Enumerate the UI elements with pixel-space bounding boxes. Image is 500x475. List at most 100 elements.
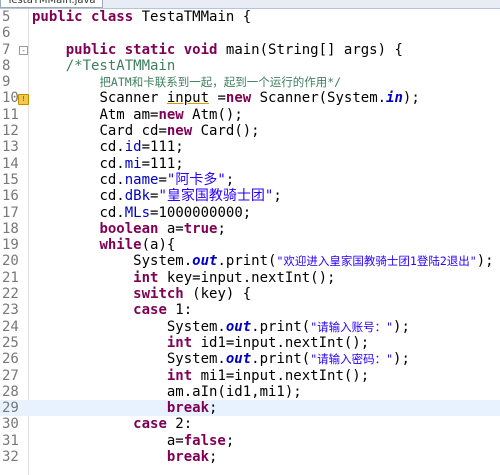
- code-token: TestaTMMain {: [133, 9, 252, 25]
- code-line[interactable]: 18 boolean a=true;: [0, 221, 500, 237]
- code-line[interactable]: 24 System.out.print("请输入账号：");: [0, 319, 500, 335]
- code-line[interactable]: 30 case 2:: [0, 416, 500, 432]
- fold-toggle-icon[interactable]: -: [19, 45, 28, 55]
- code-line[interactable]: 26 System.out.print("请输入密码：");: [0, 351, 500, 367]
- code-token: Atm();: [183, 106, 243, 123]
- code-line[interactable]: 13 cd.id=111;: [0, 139, 500, 155]
- code-token: (key) {: [183, 286, 252, 303]
- code-token: public: [32, 9, 83, 25]
- code-token: boolean: [99, 220, 159, 237]
- code-editor[interactable]: 5 public class TestaTMMain {6 7- public st…: [0, 9, 500, 475]
- line-number: 31: [2, 432, 19, 449]
- code-line[interactable]: 7- public static void main(String[] args…: [0, 42, 500, 58]
- code-token: int: [166, 334, 193, 351]
- code-token: );: [393, 351, 410, 368]
- code-token: a=: [158, 220, 184, 237]
- code-token: new: [225, 90, 252, 107]
- code-line[interactable]: 15 cd.name="阿卡多";: [0, 172, 500, 188]
- code-token: (a){: [141, 237, 176, 254]
- code-line[interactable]: 22 switch (key) {: [0, 286, 500, 302]
- code-line[interactable]: 29 break;: [0, 400, 500, 417]
- line-number: 14: [2, 155, 19, 172]
- code-line[interactable]: 11 Atm am=new Atm();: [0, 107, 500, 123]
- code-token: /*TestATMMain: [65, 57, 176, 74]
- code-line[interactable]: 31 a=false;: [0, 433, 500, 449]
- code-line[interactable]: 12 Card cd=new Card();: [0, 123, 500, 139]
- code-text: Card cd=new Card();: [32, 123, 259, 140]
- code-token: void: [183, 41, 218, 58]
- code-line[interactable]: 14 cd.mi=111;: [0, 156, 500, 172]
- line-number: 15: [2, 171, 19, 188]
- code-line[interactable]: 21 int key=input.nextInt();: [0, 270, 500, 286]
- code-line[interactable]: 25 int id1=input.nextInt();: [0, 335, 500, 351]
- code-line[interactable]: 16 cd.dBk="皇家国教骑士团";: [0, 188, 500, 204]
- code-line[interactable]: 28 am.aIn(id1,mi1);: [0, 384, 500, 400]
- code-line[interactable]: 17 cd.MLs=1000000000;: [0, 205, 500, 221]
- code-text: cd.mi=111;: [32, 155, 184, 172]
- code-line[interactable]: 27 int mi1=input.nextInt();: [0, 368, 500, 384]
- code-token: ;: [209, 449, 218, 466]
- code-token: cd.: [99, 171, 125, 188]
- code-token: int: [166, 367, 193, 384]
- code-token: ;: [273, 188, 282, 205]
- code-line[interactable]: 8 /*TestATMMain: [0, 58, 500, 74]
- code-token: out: [225, 351, 252, 368]
- code-line[interactable]: 32 break;: [0, 449, 500, 465]
- line-number: 25: [2, 334, 19, 351]
- code-token: false: [183, 432, 226, 449]
- code-text: int key=input.nextInt();: [32, 270, 335, 286]
- code-text: System.out.print("请输入密码：");: [32, 351, 410, 367]
- code-token: cd.: [99, 188, 125, 205]
- code-token: );: [476, 253, 494, 270]
- code-token: while: [99, 237, 142, 254]
- code-token: mi1=input.nextInt();: [192, 367, 370, 384]
- code-token: case: [133, 302, 167, 319]
- code-text: break;: [32, 400, 218, 416]
- code-token: new: [166, 123, 193, 140]
- line-number: 28: [2, 383, 19, 400]
- code-line[interactable]: 5 public class TestaTMMain {: [0, 9, 500, 25]
- tab-testatmmain[interactable]: TestaTMMain.java: [0, 0, 103, 8]
- code-lines: 5 public class TestaTMMain {6 7- public st…: [0, 9, 500, 465]
- line-number: 12: [2, 123, 19, 140]
- line-number: 22: [2, 286, 19, 303]
- line-number: 29: [2, 400, 19, 417]
- code-token: =111;: [141, 155, 184, 172]
- code-token: "皇家国教骑士团": [158, 188, 274, 205]
- code-token: .print(: [251, 318, 311, 335]
- line-number: 20: [2, 253, 19, 270]
- code-token: );: [393, 318, 410, 335]
- code-line[interactable]: 19 while(a){: [0, 237, 500, 253]
- code-text: Scanner input =new Scanner(System.in);: [32, 90, 419, 107]
- code-line[interactable]: 23 case 1:: [0, 302, 500, 318]
- code-text: cd.id=111;: [32, 139, 183, 156]
- code-token: cd.: [99, 139, 125, 156]
- code-text: cd.dBk="皇家国教骑士团";: [32, 188, 282, 205]
- code-line[interactable]: 6: [0, 25, 500, 41]
- code-token: main(String[] args) {: [217, 41, 403, 58]
- code-text: while(a){: [32, 237, 175, 253]
- code-token: "请输入账号：": [310, 319, 394, 334]
- code-token: input: [166, 90, 210, 107]
- code-token: "欢迎进入皇家国教骑士团1登陆2退出": [276, 254, 477, 269]
- code-token: cd.: [99, 204, 125, 221]
- code-token: key=input.nextInt();: [158, 269, 336, 286]
- code-line[interactable]: 10! Scanner input =new Scanner(System.in…: [0, 90, 500, 106]
- code-line[interactable]: 9 把ATM和卡联系到一起，起到一个运行的作用*/: [0, 74, 500, 90]
- warning-marker-icon[interactable]: !: [18, 94, 29, 106]
- code-line[interactable]: 20 System.out.print("欢迎进入皇家国教骑士团1登陆2退出")…: [0, 253, 500, 269]
